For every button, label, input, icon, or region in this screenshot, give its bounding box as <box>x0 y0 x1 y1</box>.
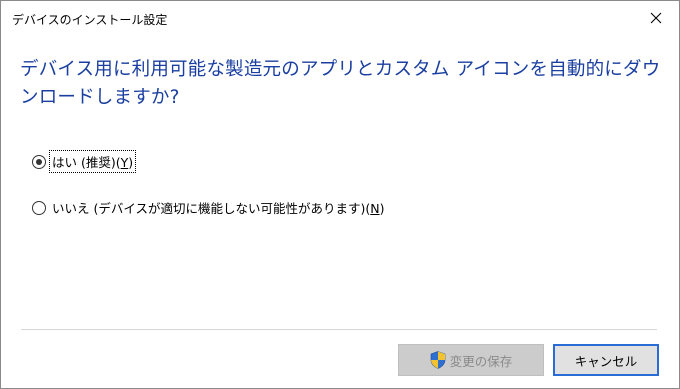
window-title: デバイスのインストール設定 <box>12 13 168 27</box>
radio-option-yes[interactable]: はい (推奨)(Y) <box>32 150 137 173</box>
uac-shield-icon <box>430 351 446 369</box>
button-area-divider <box>21 329 657 330</box>
cancel-button-label: キャンセル <box>574 353 638 369</box>
radio-button-yes[interactable] <box>32 154 46 169</box>
device-installation-settings-dialog: デバイスのインストール設定 デバイス用に利用可能な製造元のアプリとカスタム アイ… <box>0 0 680 389</box>
radio-label-yes[interactable]: はい (推奨)(Y) <box>48 150 137 173</box>
radio-option-no[interactable]: いいえ (デバイスが適切に機能しない可能性があります)(N) <box>32 197 386 218</box>
title-bar: デバイスのインストール設定 <box>1 1 679 35</box>
save-button-label: 変更の保存 <box>449 353 513 369</box>
dialog-heading: デバイス用に利用可能な製造元のアプリとカスタム アイコンを自動的にダウンロードし… <box>20 59 661 108</box>
save-changes-button[interactable]: 変更の保存 <box>398 344 544 376</box>
cancel-button[interactable]: キャンセル <box>553 344 659 376</box>
radio-button-no[interactable] <box>32 200 46 215</box>
close-icon <box>650 12 662 24</box>
close-button[interactable] <box>633 1 679 35</box>
accelerator-key-n: N <box>370 201 380 216</box>
radio-label-no[interactable]: いいえ (デバイスが適切に機能しない可能性があります)(N) <box>50 197 386 218</box>
